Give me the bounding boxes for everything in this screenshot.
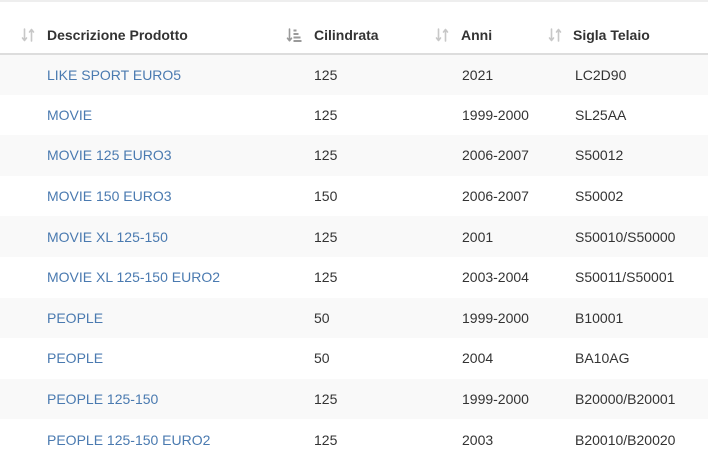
cell-sigla: B20010/B20020	[575, 431, 676, 448]
table-row: MOVIE 125 1999-2000 SL25AA	[0, 95, 708, 136]
product-link[interactable]: MOVIE XL 125-150 EURO2	[47, 269, 220, 285]
cell-sigla: SL25AA	[575, 106, 627, 123]
cell-cilindrata: 125	[300, 216, 448, 257]
cell-sigla: BA10AG	[575, 350, 630, 367]
table-row: PEOPLE 50 1999-2000 B10001	[0, 297, 708, 339]
table-row: PEOPLE 50 2004 BA10AG	[0, 338, 708, 379]
product-link[interactable]: PEOPLE	[47, 350, 103, 366]
product-link[interactable]: PEOPLE 125-150	[47, 391, 158, 407]
product-link[interactable]: MOVIE 150 EURO3	[47, 188, 172, 204]
product-link[interactable]: PEOPLE	[47, 310, 103, 326]
table-row: MOVIE XL 125-150 125 2001 S50010/S50000	[0, 216, 708, 257]
table-row: LIKE SPORT EURO5 125 2021 LC2D90	[0, 54, 708, 95]
cell-cilindrata: 125	[300, 54, 448, 95]
cell-anni: 2001	[448, 216, 561, 257]
table-row: MOVIE XL 125-150 EURO2 125 2003-2004 S50…	[0, 257, 708, 298]
cell-sigla: S50012	[561, 135, 708, 176]
product-link[interactable]: MOVIE 125 EURO3	[47, 147, 172, 163]
cell-descrizione: MOVIE 125 EURO3	[0, 135, 300, 176]
column-header-anni[interactable]: Anni	[435, 17, 561, 55]
cell-cilindrata: 125	[300, 378, 448, 420]
cell-cilindrata: 125	[314, 106, 338, 123]
cell-anni: 2004	[462, 350, 494, 367]
cell-anni: 1999-2000	[448, 297, 561, 339]
table-row: PEOPLE 125-150 EURO2 125 2003 B20010/B20…	[0, 419, 708, 460]
cell-descrizione: PEOPLE 125-150 EURO2	[0, 419, 300, 460]
header-row: Descrizione Prodotto Cilindrata Anni Sig…	[0, 17, 708, 55]
cell-anni: 2006-2007	[462, 188, 529, 205]
top-divider	[0, 0, 708, 2]
column-label: Cilindrata	[314, 27, 379, 43]
cell-sigla: B20000/B20001	[561, 378, 708, 420]
table-header: Descrizione Prodotto Cilindrata Anni Sig…	[0, 17, 708, 55]
product-link[interactable]: PEOPLE 125-150 EURO2	[47, 432, 210, 448]
cell-anni: 2003-2004	[462, 269, 529, 286]
cell-anni: 2006-2007	[448, 135, 561, 176]
cell-sigla: LC2D90	[561, 54, 708, 95]
cell-descrizione: MOVIE XL 125-150	[0, 216, 300, 257]
column-header-descrizione[interactable]: Descrizione Prodotto	[0, 17, 300, 55]
cell-sigla: S50002	[575, 188, 624, 205]
cell-cilindrata: 125	[300, 135, 448, 176]
products-table: Descrizione Prodotto Cilindrata Anni Sig…	[0, 17, 708, 460]
column-header-sigla[interactable]: Sigla Telaio	[548, 17, 708, 55]
cell-cilindrata: 50	[314, 350, 330, 367]
cell-anni: 1999-2000	[448, 378, 561, 420]
cell-descrizione: MOVIE 150 EURO3	[0, 176, 300, 217]
column-label: Sigla Telaio	[573, 27, 650, 43]
sort-both-icon[interactable]	[547, 27, 563, 43]
cell-sigla: S50011/S50001	[575, 269, 675, 286]
cell-cilindrata: 125	[314, 269, 338, 286]
product-link[interactable]: MOVIE	[47, 107, 92, 123]
cell-anni: 1999-2000	[462, 106, 529, 123]
cell-anni: 2021	[448, 54, 561, 95]
cell-sigla: B10001	[561, 297, 708, 339]
product-link[interactable]: LIKE SPORT EURO5	[47, 67, 181, 83]
cell-cilindrata: 150	[314, 188, 338, 205]
column-label: Descrizione Prodotto	[47, 27, 188, 43]
sort-ascending-icon[interactable]	[286, 27, 302, 43]
cell-anni: 2003	[462, 431, 494, 448]
cell-descrizione: PEOPLE	[0, 297, 300, 339]
cell-descrizione: MOVIE XL 125-150 EURO2	[0, 257, 300, 298]
table-row: MOVIE 150 EURO3 150 2006-2007 S50002	[0, 176, 708, 217]
product-link[interactable]: MOVIE XL 125-150	[47, 229, 168, 245]
table-row: MOVIE 125 EURO3 125 2006-2007 S50012	[0, 135, 708, 176]
cell-descrizione: MOVIE	[0, 95, 300, 136]
cell-cilindrata: 50	[300, 297, 448, 339]
cell-descrizione: PEOPLE 125-150	[0, 378, 300, 420]
cell-cilindrata: 125	[314, 431, 338, 448]
cell-descrizione: LIKE SPORT EURO5	[0, 54, 300, 95]
cell-descrizione: PEOPLE	[0, 338, 300, 379]
sort-both-icon[interactable]	[20, 27, 36, 43]
table-body: LIKE SPORT EURO5 125 2021 LC2D90 MOVIE 1…	[0, 54, 708, 460]
cell-sigla: S50010/S50000	[561, 216, 708, 257]
column-header-cilindrata[interactable]: Cilindrata	[286, 17, 448, 55]
column-label: Anni	[461, 27, 493, 43]
table-row: PEOPLE 125-150 125 1999-2000 B20000/B200…	[0, 378, 708, 420]
